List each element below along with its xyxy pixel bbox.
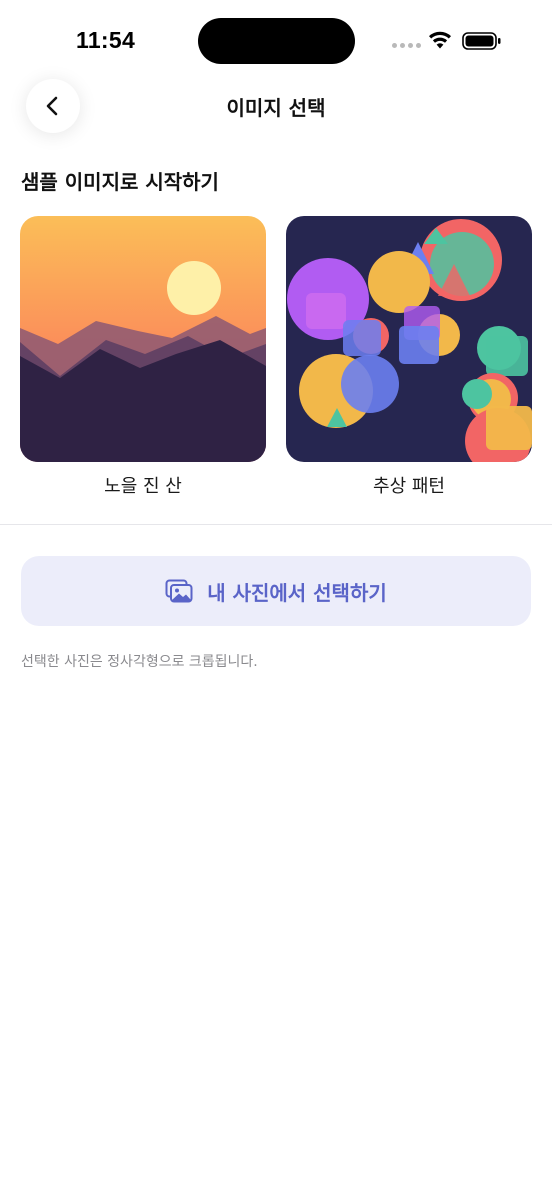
sample-card-sunset[interactable]: 노을 진 산 — [20, 216, 266, 498]
sample-label: 추상 패턴 — [373, 476, 445, 497]
image-select-screen: 11:54 이미지 선택 샘플 이미지로 시작하기 노을 진 산 추상 패턴 내… — [0, 0, 552, 1200]
status-time: 11:54 — [76, 27, 136, 53]
abstract-pattern-image — [286, 216, 532, 462]
dynamic-island — [198, 18, 355, 64]
sunset-mountains-image — [20, 216, 266, 462]
sample-card-abstract[interactable]: 추상 패턴 — [286, 216, 532, 498]
pick-from-photos-label: 내 사진에서 선택하기 — [207, 580, 387, 605]
page-title: 이미지 선택 — [226, 96, 326, 120]
wifi-icon — [429, 31, 451, 49]
photos-icon — [165, 579, 193, 603]
sample-label: 노을 진 산 — [104, 476, 182, 497]
samples-heading: 샘플 이미지로 시작하기 — [21, 170, 219, 194]
status-bar: 11:54 — [0, 0, 552, 80]
pick-from-photos-button[interactable]: 내 사진에서 선택하기 — [21, 556, 531, 626]
crop-helper-text: 선택한 사진은 정사각형으로 크롭됩니다. — [21, 654, 258, 670]
signal-icon — [392, 43, 421, 48]
divider — [0, 524, 552, 525]
battery-icon — [462, 32, 501, 50]
